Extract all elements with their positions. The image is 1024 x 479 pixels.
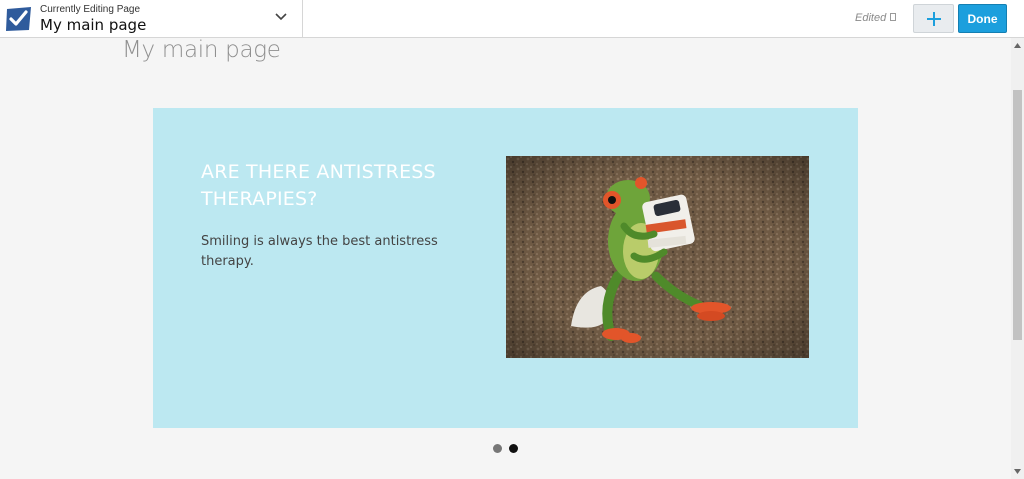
slide-dot-2-active[interactable]: [509, 444, 518, 453]
slide-dot-1[interactable]: [493, 444, 502, 453]
scroll-down-icon[interactable]: [1011, 466, 1024, 476]
slide-heading[interactable]: ARE THERE ANTISTRESS THERAPIES?: [201, 159, 461, 213]
frog-photo-graphic: [506, 156, 809, 358]
scroll-up-icon[interactable]: [1011, 40, 1024, 50]
scrollbar-thumb[interactable]: [1013, 90, 1022, 340]
save-status: Edited: [855, 12, 887, 24]
page-title: My main page: [122, 37, 281, 63]
editor-toolbar: Currently Editing Page My main page Edit…: [0, 0, 1024, 38]
slider-pagination: [493, 444, 523, 454]
page-selector[interactable]: Currently Editing Page My main page: [0, 0, 303, 38]
editing-caption: Currently Editing Page: [40, 4, 141, 15]
slide-text[interactable]: Smiling is always the best antistress th…: [201, 232, 441, 272]
current-page-name: My main page: [40, 16, 147, 34]
chevron-down-icon[interactable]: [274, 12, 288, 22]
slider-slide[interactable]: ARE THERE ANTISTRESS THERAPIES? Smiling …: [153, 108, 858, 428]
frog-photo[interactable]: [506, 156, 809, 358]
done-button[interactable]: Done: [958, 4, 1007, 33]
plus-icon: [926, 11, 941, 26]
add-button[interactable]: [913, 4, 954, 33]
status-indicator-icon: [890, 13, 896, 21]
checkbox-check-icon: [6, 7, 31, 31]
